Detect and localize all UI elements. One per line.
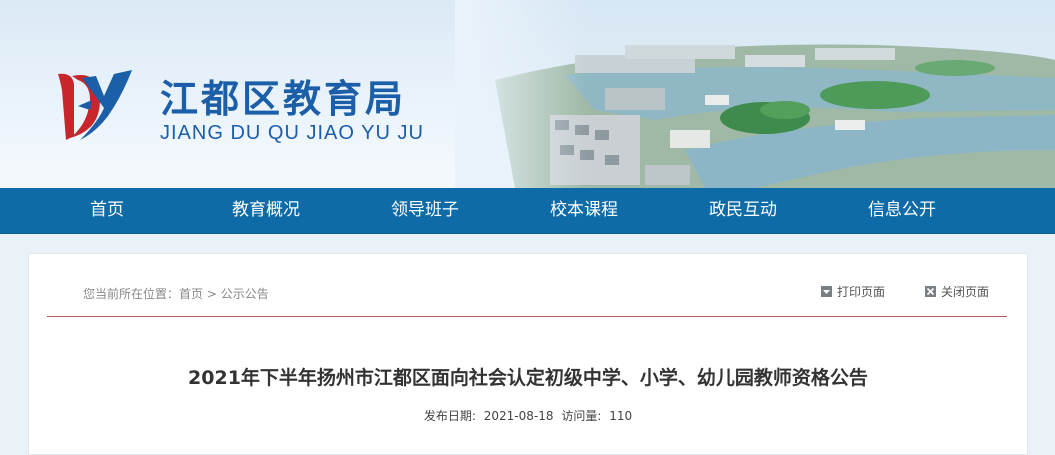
nav-item-leadership[interactable]: 领导班子 [365, 188, 485, 233]
breadcrumb-prefix: 您当前所在位置： [83, 287, 180, 301]
breadcrumb-home-link[interactable]: 首页 [179, 287, 203, 301]
breadcrumb-separator: > [206, 287, 217, 301]
divider [47, 316, 1007, 317]
close-page-button[interactable]: 关闭页面 [925, 283, 989, 300]
views-count: 110 [609, 409, 633, 423]
close-page-label: 关闭页面 [941, 285, 990, 299]
views-label: 访问量: [561, 409, 602, 423]
print-icon [821, 286, 832, 297]
breadcrumb-current-link[interactable]: 公示公告 [221, 287, 269, 301]
main-nav: 首页 教育概况 领导班子 校本课程 政民互动 信息公开 [0, 188, 1055, 234]
article-title: 2021年下半年扬州市江都区面向社会认定初级中学、小学、幼儿园教师资格公告 [188, 367, 868, 389]
date-label: 发布日期: [423, 409, 476, 423]
nav-item-disclosure[interactable]: 信息公开 [842, 188, 962, 233]
header-banner: 江都区教育局 JIANG DU QU JIAO YU JU [0, 0, 1055, 188]
nav-item-courses[interactable]: 校本课程 [524, 188, 644, 233]
print-page-button[interactable]: 打印页面 [821, 283, 885, 300]
article-card: 您当前所在位置：首页 > 公示公告 打印页面 关闭页面 2021年下半年扬州市江… [28, 253, 1028, 455]
site-logo[interactable] [52, 66, 136, 142]
site-title: 江都区教育局 [160, 77, 407, 121]
nav-item-interaction[interactable]: 政民互动 [683, 188, 803, 233]
breadcrumb: 您当前所在位置：首页 > 公示公告 [83, 285, 269, 302]
print-page-label: 打印页面 [837, 285, 886, 299]
publish-date: 2021-08-18 [483, 409, 554, 423]
aerial-city-photo [455, 0, 1055, 188]
nav-item-overview[interactable]: 教育概况 [206, 188, 326, 233]
close-icon [925, 286, 936, 297]
article-meta: 发布日期: 2021-08-18 访问量: 110 [29, 407, 1027, 424]
nav-item-home[interactable]: 首页 [47, 188, 167, 233]
site-subtitle: JIANG DU QU JIAO YU JU [160, 122, 424, 144]
